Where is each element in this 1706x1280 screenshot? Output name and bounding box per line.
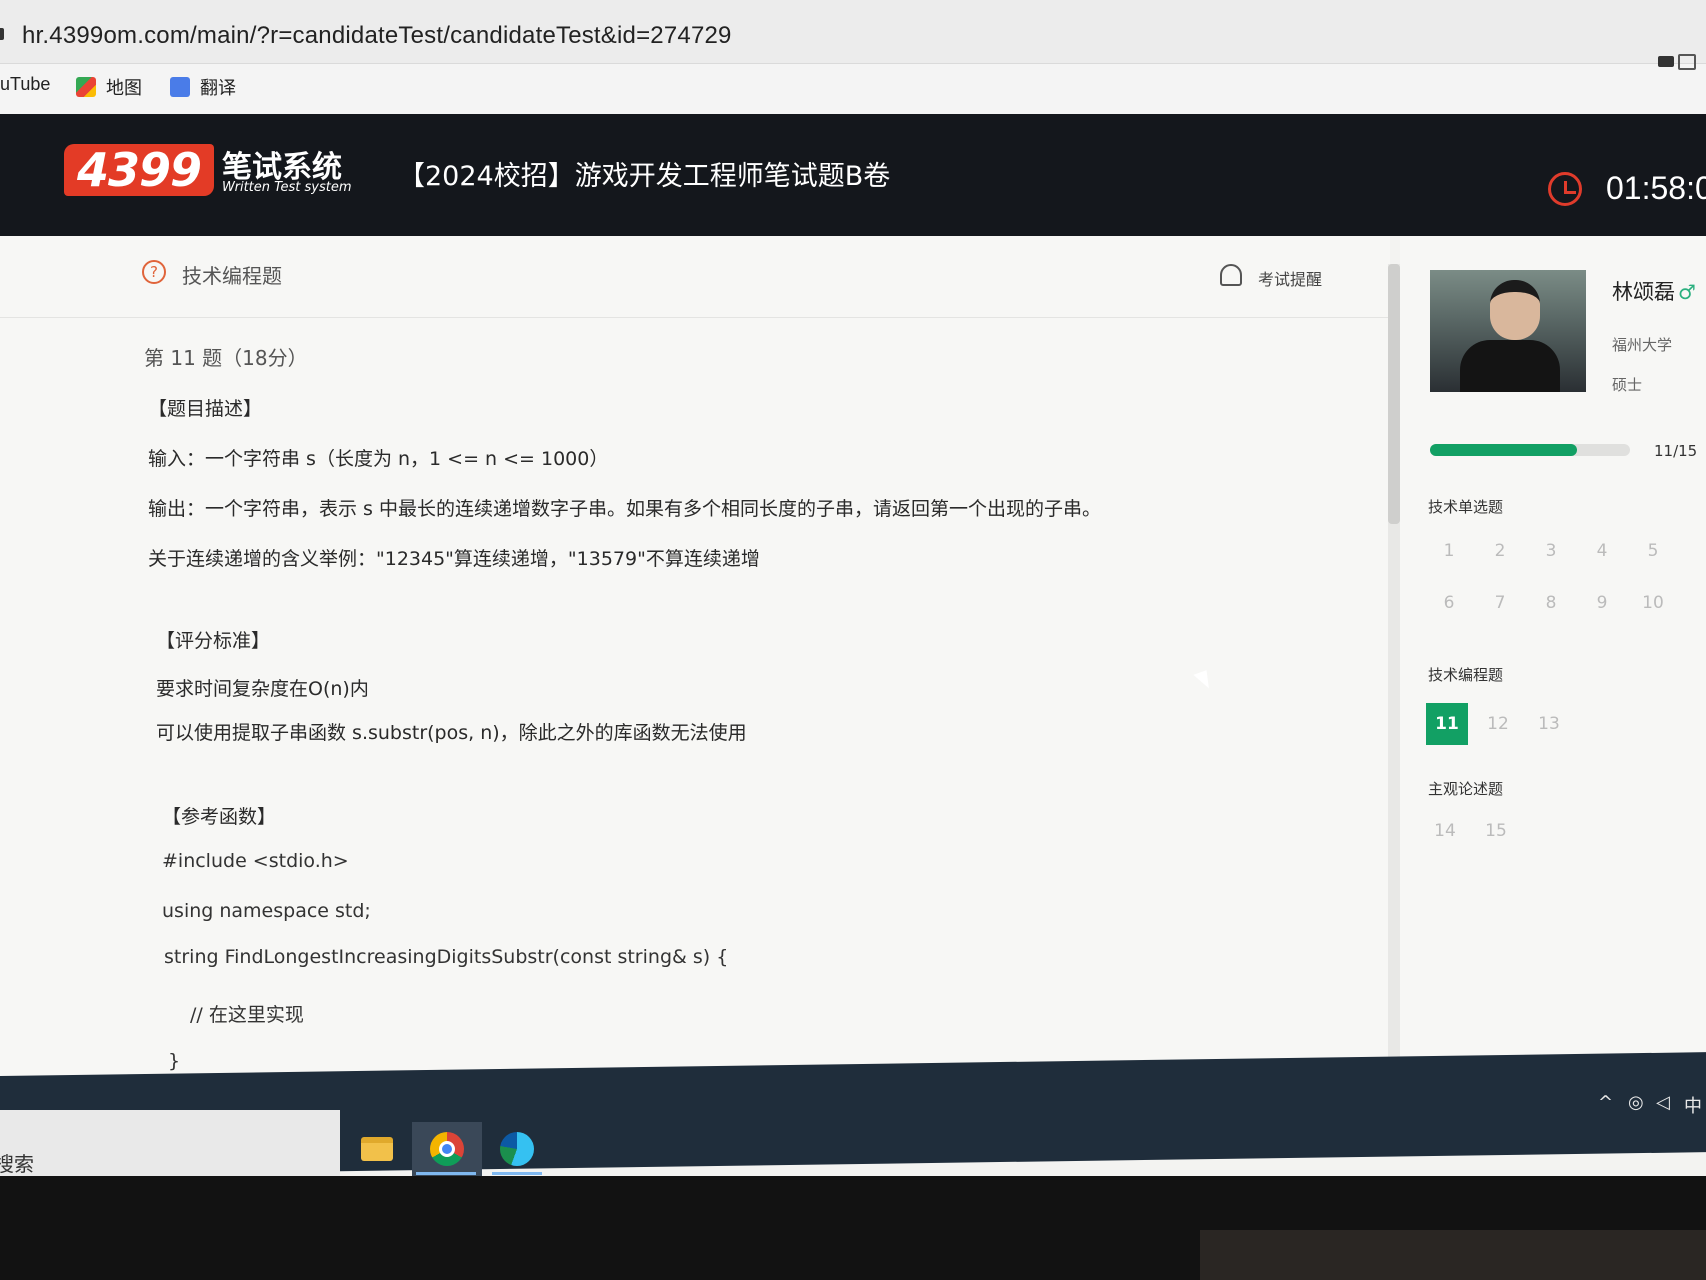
scoring-complexity: 要求时间复杂度在O(n)内 [156,678,369,700]
bookmark-maps[interactable]: 地图 [76,74,142,100]
question-nav-4[interactable]: 4 [1581,530,1623,572]
running-app-indicator [492,1172,542,1175]
code-line-comment: // 在这里实现 [190,1004,304,1026]
bookmark-translate[interactable]: 翻译 [170,74,236,100]
exam-reminder-link[interactable]: 考试提醒 [1258,266,1322,290]
question-header: 第 11 题（18分） [144,346,308,370]
scrollbar-thumb[interactable] [1388,264,1400,524]
question-nav-6[interactable]: 6 [1428,582,1470,624]
avatar-body [1460,340,1560,392]
section-title: 技术编程题 [182,264,282,288]
taskbar-search-box[interactable] [0,1110,340,1186]
candidate-school: 福州大学 [1612,336,1673,354]
code-line-include: #include <stdio.h> [162,850,349,872]
taskbar-chrome[interactable] [412,1122,482,1176]
question-nav-5[interactable]: 5 [1632,530,1674,572]
logo-subtitle: Written Test system [222,180,352,195]
share-icon[interactable] [1678,54,1696,70]
question-nav-14[interactable]: 14 [1424,810,1466,852]
code-line-close: } [168,1050,181,1072]
question-nav-12[interactable]: 12 [1477,703,1519,745]
webcam-preview [1430,270,1586,392]
heading-description: 【题目描述】 [148,398,263,420]
question-nav-2[interactable]: 2 [1479,530,1521,572]
volume-icon[interactable]: ◁ [1656,1092,1670,1113]
network-globe-icon[interactable]: ◎ [1628,1092,1644,1113]
taskbar-edge[interactable] [482,1122,552,1176]
male-icon: ♂ [1678,280,1696,304]
question-nav-7[interactable]: 7 [1479,582,1521,624]
question-nav-15[interactable]: 15 [1475,810,1517,852]
lock-icon [0,28,4,40]
taskbar-search-label[interactable]: 搜索 [0,1148,34,1177]
progress-text: 11/15 [1654,442,1698,460]
heading-reference: 【参考函数】 [162,806,277,828]
question-nav-13[interactable]: 13 [1528,703,1570,745]
progress-bar [1430,444,1630,456]
question-panel: ? 技术编程题 考试提醒 第 11 题（18分） 【题目描述】 输入：一个字符串… [0,236,1400,1086]
code-line-signature: string FindLongestIncreasingDigitsSubstr… [164,946,729,968]
candidate-name: 林颂磊 [1612,280,1675,304]
candidate-degree: 硕士 [1612,376,1643,394]
bookmarks-bar: uTube 地图 翻译 [0,54,1706,114]
camera-icon[interactable] [1658,56,1674,67]
code-line-namespace: using namespace std; [162,900,371,922]
logo-4399: 4399 [64,144,214,196]
url-text[interactable]: hr.4399om.com/main/?r=candidateTest/cand… [22,22,732,50]
countdown-timer: 01:58:0 [1606,170,1706,206]
scoring-library: 可以使用提取子串函数 s.substr(pos, n)，除此之外的库函数无法使用 [156,722,747,744]
question-nav-3[interactable]: 3 [1530,530,1572,572]
question-nav-11[interactable]: 11 [1426,703,1468,745]
active-app-indicator [416,1172,476,1175]
question-nav-1[interactable]: 1 [1428,530,1470,572]
bell-icon[interactable] [1220,264,1242,286]
question-nav-10[interactable]: 10 [1632,582,1674,624]
exam-title: 【2024校招】游戏开发工程师笔试题B卷 [398,161,891,192]
output-spec: 输出：一个字符串，表示 s 中最长的连续递增数字子串。如果有多个相同长度的子串，… [148,498,1101,520]
question-nav-8[interactable]: 8 [1530,582,1572,624]
edge-icon [500,1132,534,1166]
avatar-head [1490,280,1540,340]
example-note: 关于连续递增的含义举例："12345"算连续递增，"13579"不算连续递增 [148,548,760,570]
ime-indicator[interactable]: 中 [1684,1092,1702,1118]
input-spec: 输入：一个字符串 s（长度为 n，1 <= n <= 1000） [148,448,609,470]
mouse-cursor-icon [1193,670,1213,692]
tray-chevron-icon[interactable]: ^ [1598,1092,1613,1113]
section-bar: ? 技术编程题 考试提醒 [0,236,1390,318]
desk-surface [1200,1230,1706,1280]
bookmark-label: 翻译 [200,78,236,98]
browser-address-bar[interactable]: hr.4399om.com/main/?r=candidateTest/cand… [0,0,1706,64]
bookmark-youtube[interactable]: uTube [0,74,50,95]
taskbar-file-explorer[interactable] [342,1122,412,1176]
heading-scoring: 【评分标准】 [156,630,271,652]
question-mark-icon: ? [142,260,166,284]
bookmark-label: 地图 [106,78,142,98]
translate-icon [170,77,190,97]
site-header: 4399 笔试系统 Written Test system 【2024校招】游戏… [0,114,1706,236]
question-nav-9[interactable]: 9 [1581,582,1623,624]
candidate-sidebar: 林颂磊 ♂ 福州大学 硕士 11/15 技术单选题 1 2 3 4 5 6 7 … [1400,236,1706,1086]
clock-icon [1548,172,1582,206]
group-title-essay: 主观论述题 [1428,780,1504,798]
file-explorer-icon [361,1137,393,1161]
group-title-programming: 技术编程题 [1428,666,1504,684]
screen: hr.4399om.com/main/?r=candidateTest/cand… [0,0,1706,1280]
maps-icon [76,77,96,97]
group-title-single-choice: 技术单选题 [1428,498,1504,516]
chrome-icon [430,1132,464,1166]
progress-fill [1430,444,1577,456]
bookmark-label: uTube [0,74,51,94]
